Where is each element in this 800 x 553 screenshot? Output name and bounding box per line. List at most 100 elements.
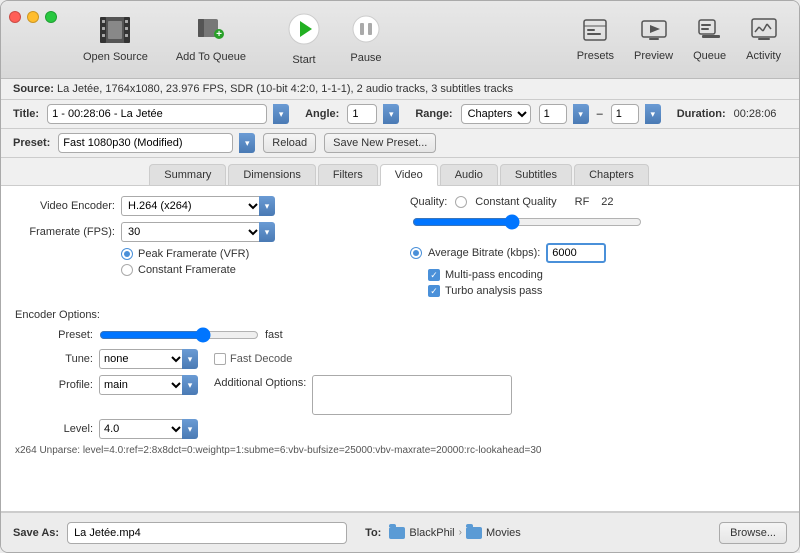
video-settings: Video Encoder: H.264 (x264) ▾ Framerate … (15, 196, 785, 301)
start-button[interactable]: Start (274, 13, 334, 66)
start-pause-group: Start Pause (260, 7, 410, 72)
tab-summary[interactable]: Summary (149, 164, 226, 185)
range-start-input[interactable] (539, 104, 567, 124)
title-label: Title: (13, 108, 39, 120)
profile-select[interactable]: main (99, 375, 184, 395)
tune-select[interactable]: none (99, 349, 184, 369)
title-stepper[interactable]: ▾ (273, 104, 289, 124)
additional-label: Additional Options: (214, 377, 306, 389)
toolbar: Open Source + Add To Queue (1, 1, 799, 79)
right-toolbar: Presets Preview (567, 12, 791, 68)
traffic-lights (9, 11, 57, 23)
angle-input[interactable] (347, 104, 377, 124)
reload-button[interactable]: Reload (263, 133, 316, 153)
range-end-input[interactable] (611, 104, 639, 124)
tune-row: Tune: none ▾ Fast Decode (35, 349, 785, 369)
film-strip-icon (100, 17, 130, 49)
framerate-mode-group: Peak Framerate (VFR) Constant Framerate (121, 248, 390, 276)
tab-filters[interactable]: Filters (318, 164, 378, 185)
activity-icon (751, 18, 777, 48)
quality-slider-container (412, 214, 785, 233)
maximize-button[interactable] (45, 11, 57, 23)
save-as-input[interactable] (67, 522, 347, 544)
multipass-checkbox[interactable]: ✓ (428, 269, 440, 281)
video-encoder-label: Video Encoder: (15, 200, 115, 212)
open-source-label: Open Source (83, 51, 148, 63)
level-select[interactable]: 4.0 (99, 419, 184, 439)
multipass-label: Multi-pass encoding (445, 269, 543, 281)
quality-slider[interactable] (412, 214, 642, 230)
x264-unparse-text: x264 Unparse: level=4.0:ref=2:8x8dct=0:w… (15, 445, 785, 456)
additional-options-input[interactable] (312, 375, 512, 415)
turbo-label: Turbo analysis pass (445, 285, 542, 297)
avg-bitrate-label: Average Bitrate (kbps): (428, 247, 540, 259)
tab-audio[interactable]: Audio (440, 164, 498, 185)
preset-input[interactable] (58, 133, 233, 153)
queue-button[interactable]: Queue (683, 12, 736, 68)
add-to-queue-button[interactable]: + Add To Queue (162, 11, 260, 69)
tab-chapters[interactable]: Chapters (574, 164, 649, 185)
profile-label: Profile: (35, 379, 93, 391)
tune-dropdown-arrow[interactable]: ▾ (182, 349, 198, 369)
preset-slider-label: Preset: (35, 329, 93, 341)
range-start-stepper[interactable]: ▾ (573, 104, 589, 124)
preview-label: Preview (634, 50, 673, 62)
svg-text:+: + (216, 29, 222, 40)
turbo-row: ✓ Turbo analysis pass (428, 285, 785, 297)
video-encoder-select[interactable]: H.264 (x264) (121, 196, 261, 216)
left-column: Video Encoder: H.264 (x264) ▾ Framerate … (15, 196, 390, 301)
turbo-checkbox[interactable]: ✓ (428, 285, 440, 297)
main-content: Video Encoder: H.264 (x264) ▾ Framerate … (1, 186, 799, 512)
avg-bitrate-radio[interactable] (410, 247, 422, 259)
save-new-preset-button[interactable]: Save New Preset... (324, 133, 436, 153)
range-end-stepper[interactable]: ▾ (645, 104, 661, 124)
encoder-preset-slider[interactable] (99, 327, 259, 343)
queue-icon (697, 18, 723, 48)
peak-framerate-radio[interactable] (121, 248, 133, 260)
constant-framerate-radio[interactable] (121, 264, 133, 276)
activity-button[interactable]: Activity (736, 12, 791, 68)
close-button[interactable] (9, 11, 21, 23)
constant-quality-radio[interactable] (455, 196, 467, 208)
video-encoder-row: Video Encoder: H.264 (x264) ▾ (15, 196, 390, 216)
profile-select-group: main ▾ (99, 375, 198, 395)
preset-dropdown-btn[interactable]: ▾ (239, 133, 255, 153)
quality-header-row: Quality: Constant Quality RF 22 (410, 196, 785, 208)
tab-dimensions[interactable]: Dimensions (228, 164, 315, 185)
bitrate-row: Average Bitrate (kbps): (410, 243, 785, 263)
presets-button[interactable]: Presets (567, 12, 624, 68)
title-input[interactable] (47, 104, 267, 124)
angle-stepper[interactable]: ▾ (383, 104, 399, 124)
add-to-queue-label: Add To Queue (176, 51, 246, 63)
pause-label: Pause (350, 52, 381, 64)
bitrate-input[interactable] (546, 243, 606, 263)
start-label: Start (292, 54, 315, 66)
range-type-select[interactable]: Chapters (461, 104, 531, 124)
encoder-dropdown-arrow[interactable]: ▾ (259, 196, 275, 216)
peak-framerate-row[interactable]: Peak Framerate (VFR) (121, 248, 390, 260)
minimize-button[interactable] (27, 11, 39, 23)
save-as-label: Save As: (13, 527, 59, 539)
preset-label: Preset: (13, 137, 50, 149)
main-window: Open Source + Add To Queue (0, 0, 800, 553)
tab-subtitles[interactable]: Subtitles (500, 164, 572, 185)
tune-select-group: none ▾ (99, 349, 198, 369)
path-area[interactable]: BlackPhil › Movies (389, 527, 520, 539)
level-dropdown-arrow[interactable]: ▾ (182, 419, 198, 439)
duration-value: 00:28:06 (734, 108, 777, 120)
fast-decode-checkbox[interactable] (214, 353, 226, 365)
open-source-button[interactable]: Open Source (69, 11, 162, 69)
preview-button[interactable]: Preview (624, 12, 683, 68)
preview-icon (641, 18, 667, 48)
profile-dropdown-arrow[interactable]: ▾ (182, 375, 198, 395)
tab-video[interactable]: Video (380, 164, 438, 186)
framerate-dropdown-arrow[interactable]: ▾ (259, 222, 275, 242)
browse-button[interactable]: Browse... (719, 522, 787, 544)
constant-framerate-row[interactable]: Constant Framerate (121, 264, 390, 276)
framerate-select[interactable]: 30 (121, 222, 261, 242)
bottom-bar: Save As: To: BlackPhil › Movies Browse..… (1, 512, 799, 552)
framerate-row: Framerate (FPS): 30 ▾ (15, 222, 390, 242)
level-select-group: 4.0 ▾ (99, 419, 198, 439)
queue-label: Queue (693, 50, 726, 62)
pause-button[interactable]: Pause (336, 15, 396, 64)
